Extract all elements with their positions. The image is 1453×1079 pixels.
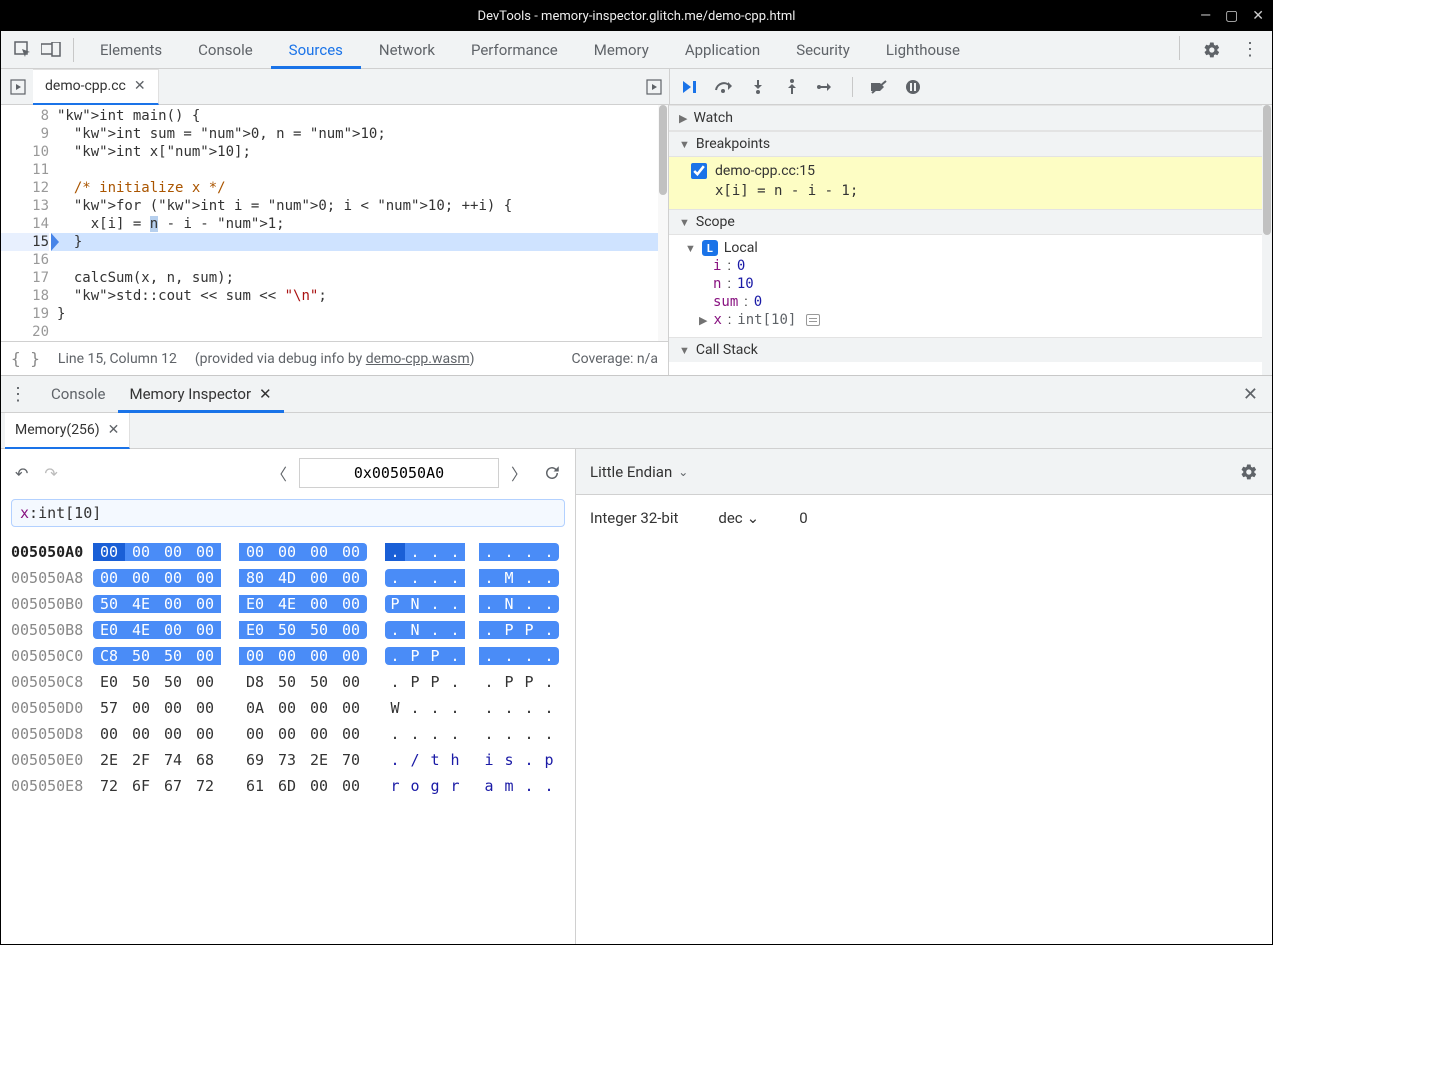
pretty-print-icon[interactable]: { } [11, 349, 40, 368]
editor-statusbar: { } Line 15, Column 12 (provided via deb… [1, 341, 668, 375]
inspect-icon[interactable] [9, 36, 37, 64]
tab-sources[interactable]: Sources [271, 31, 361, 69]
tab-elements[interactable]: Elements [82, 31, 180, 69]
interp-value: 0 [799, 509, 807, 527]
cursor-position: Line 15, Column 12 [58, 351, 177, 367]
interpretation-header: Little Endian⌄ [576, 449, 1272, 495]
memory-tabbar: Memory(256)✕ [1, 413, 1272, 449]
close-file-icon[interactable]: ✕ [134, 78, 146, 94]
endianness-select[interactable]: Little Endian⌄ [590, 463, 688, 481]
sidebar-scrollbar[interactable] [1262, 105, 1272, 375]
drawer-kebab-icon[interactable]: ⋮ [9, 384, 27, 405]
chevron-down-icon: ⌄ [747, 509, 760, 527]
tab-network[interactable]: Network [361, 31, 453, 69]
debugger-sidebar: ▶Watch ▼Breakpoints demo-cpp.cc:15 x[i] … [669, 105, 1272, 375]
memory-object-chip[interactable]: x: int[10] [11, 499, 565, 527]
redo-icon[interactable]: ↷ [40, 460, 61, 487]
maximize-icon[interactable]: ▢ [1225, 8, 1238, 24]
interp-type: Integer 32-bit [590, 509, 678, 527]
interpretation-row: Integer 32-bit dec⌄ 0 [576, 495, 1272, 541]
device-toggle-icon[interactable] [37, 36, 65, 64]
close-memory-tab-icon[interactable]: ✕ [108, 422, 120, 438]
provided-by: (provided via debug info by demo-cpp.was… [195, 351, 475, 367]
memory-settings-icon[interactable] [1240, 463, 1258, 481]
memory-nav: ↶ ↷ 〈 〉 [11, 457, 565, 489]
sources-navigator-icon[interactable] [3, 79, 33, 95]
step-into-icon[interactable] [748, 77, 768, 97]
drawer-tab-memory-inspector[interactable]: Memory Inspector✕ [118, 375, 284, 413]
settings-icon[interactable] [1198, 36, 1226, 64]
step-out-icon[interactable] [782, 77, 802, 97]
file-tab[interactable]: demo-cpp.cc ✕ [33, 69, 159, 105]
var-n[interactable]: n: 10 [679, 275, 1272, 293]
refresh-icon[interactable] [539, 460, 565, 486]
run-snippet-icon[interactable] [639, 79, 669, 95]
step-over-icon[interactable] [714, 77, 734, 97]
next-page-icon[interactable]: 〉 [507, 457, 531, 489]
debugger-toolbar [669, 69, 1272, 104]
close-icon[interactable]: ✕ [1252, 8, 1264, 24]
resume-icon[interactable] [680, 77, 700, 97]
window-title: DevTools - memory-inspector.glitch.me/de… [478, 9, 796, 24]
breakpoint-item[interactable]: demo-cpp.cc:15 x[i] = n - i - 1; [669, 157, 1272, 209]
pause-exceptions-icon[interactable] [903, 77, 923, 97]
breakpoint-code: x[i] = n - i - 1; [715, 183, 1258, 199]
tab-performance[interactable]: Performance [453, 31, 576, 69]
var-x[interactable]: ▶x: int[10] [679, 311, 1272, 329]
scope-section[interactable]: ▼Scope [669, 209, 1272, 235]
breakpoint-label: demo-cpp.cc:15 [715, 163, 815, 179]
scope-local[interactable]: ▼LLocal [679, 239, 1272, 257]
breakpoints-section[interactable]: ▼Breakpoints [669, 131, 1272, 157]
memory-tab[interactable]: Memory(256)✕ [5, 413, 130, 449]
var-sum[interactable]: sum: 0 [679, 293, 1272, 311]
drawer-tab-console[interactable]: Console [39, 375, 118, 413]
wasm-link[interactable]: demo-cpp.wasm [366, 351, 470, 367]
minimize-icon[interactable]: — [1200, 8, 1211, 24]
kebab-icon[interactable]: ⋮ [1236, 36, 1264, 64]
tab-security[interactable]: Security [778, 31, 868, 69]
step-icon[interactable] [816, 77, 836, 97]
address-input[interactable] [299, 458, 499, 488]
undo-icon[interactable]: ↶ [11, 460, 32, 487]
tab-lighthouse[interactable]: Lighthouse [868, 31, 978, 69]
tab-application[interactable]: Application [667, 31, 778, 69]
breakpoint-checkbox[interactable] [691, 163, 707, 179]
coverage-status: Coverage: n/a [572, 351, 658, 367]
main-tabbar: Elements Console Sources Network Perform… [1, 31, 1272, 69]
callstack-section[interactable]: ▼Call Stack [669, 337, 1272, 362]
hex-dump[interactable]: 005050A00000000000000000........005050A8… [11, 539, 565, 799]
base-select[interactable]: dec⌄ [718, 509, 759, 527]
close-drawer-icon[interactable]: ✕ [1237, 384, 1264, 405]
var-i[interactable]: i: 0 [679, 257, 1272, 275]
code-editor[interactable]: "kw">int main() { "kw">int sum = "num">0… [57, 105, 668, 341]
deactivate-breakpoints-icon[interactable] [869, 77, 889, 97]
window-titlebar: DevTools - memory-inspector.glitch.me/de… [1, 1, 1272, 31]
tab-memory[interactable]: Memory [576, 31, 667, 69]
line-gutter[interactable]: 891011121314151617181920 [1, 105, 57, 341]
close-drawer-tab-icon[interactable]: ✕ [259, 385, 272, 403]
watch-section[interactable]: ▶Watch [669, 105, 1272, 131]
memory-reveal-icon[interactable] [806, 314, 820, 326]
tab-console[interactable]: Console [180, 31, 271, 69]
local-badge-icon: L [702, 240, 718, 256]
prev-page-icon[interactable]: 〈 [267, 457, 291, 489]
file-tab-label: demo-cpp.cc [45, 78, 126, 94]
drawer-tabbar: ⋮ Console Memory Inspector✕ ✕ [1, 375, 1272, 413]
